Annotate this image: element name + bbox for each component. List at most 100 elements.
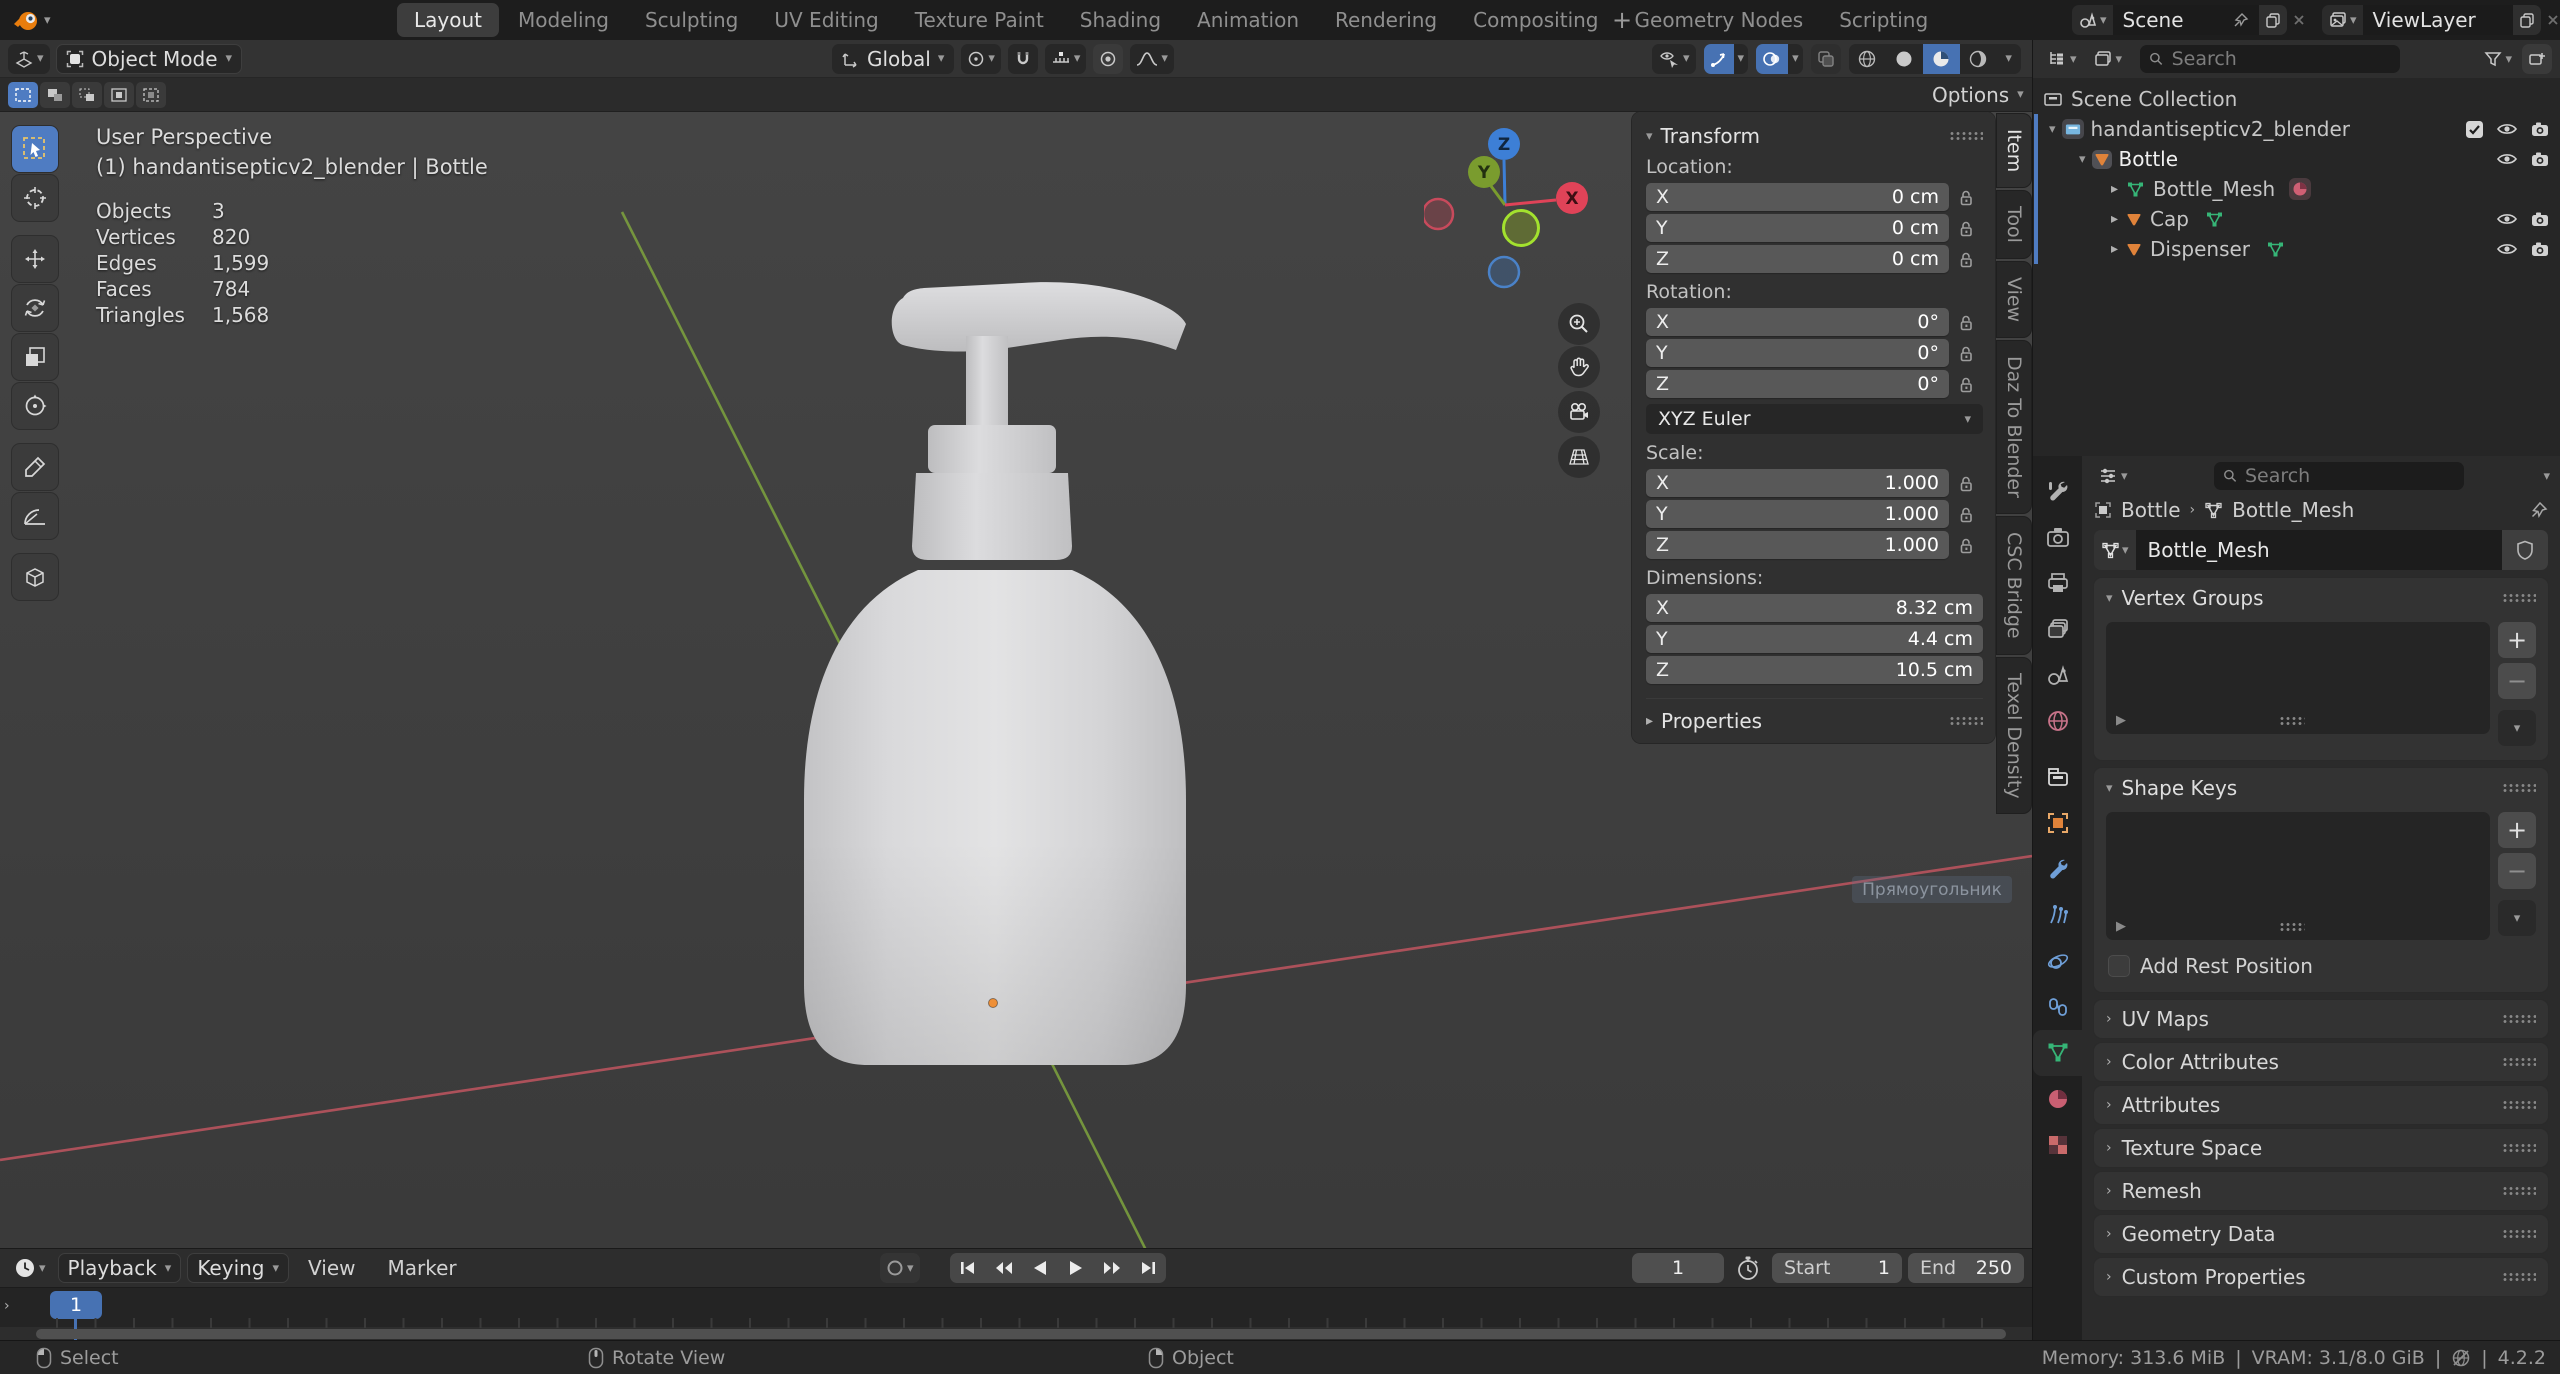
viewlayer-copy-button[interactable]	[2512, 5, 2541, 35]
keying-dropdown[interactable]: Keying ▾	[187, 1253, 290, 1283]
lock-icon[interactable]	[1949, 376, 1983, 393]
properties-search-input[interactable]	[2244, 465, 2455, 487]
prev-keyframe-button[interactable]	[986, 1253, 1022, 1283]
eye-icon[interactable]	[2496, 211, 2518, 227]
editor-type-button[interactable]: ▾	[8, 43, 50, 74]
timeline-view-menu[interactable]: View	[295, 1256, 368, 1280]
eye-icon[interactable]	[2496, 241, 2518, 257]
tab-output[interactable]	[2033, 560, 2083, 606]
tab-constraints[interactable]	[2033, 984, 2083, 1030]
shading-rendered-button[interactable]	[1960, 44, 1997, 74]
tab-particles[interactable]	[2033, 892, 2083, 938]
frame-end-field[interactable]: End 250	[1908, 1253, 2024, 1283]
proportional-falloff-dropdown[interactable]: ▾	[1130, 43, 1174, 74]
lock-icon[interactable]	[1949, 314, 1983, 331]
expand-icon[interactable]: ▸	[2111, 211, 2118, 227]
remove-vertex-group-button[interactable]: −	[2498, 663, 2536, 699]
workspace-tab[interactable]: Geometry Nodes	[1618, 3, 1821, 37]
gizmos-dropdown[interactable]: ▾	[1733, 43, 1749, 74]
shading-wireframe-button[interactable]	[1849, 44, 1886, 74]
select-mode-new-button[interactable]	[8, 81, 38, 108]
shading-material-button[interactable]	[1922, 43, 1960, 74]
lock-icon[interactable]	[1949, 345, 1983, 362]
number-field[interactable]: Y 4.4 cm	[1646, 625, 1983, 653]
outliner-filter-dropdown[interactable]: ▾	[2087, 44, 2129, 74]
shading-dropdown[interactable]: ▾	[1997, 44, 2021, 74]
camera-view-button[interactable]	[1558, 391, 1600, 433]
collapse-icon[interactable]: ▾	[2106, 591, 2113, 606]
collapsed-panel[interactable]: › Color Attributes	[2094, 1043, 2548, 1081]
workspace-tab[interactable]: Sculpting	[628, 3, 755, 37]
vertex-groups-list[interactable]: ▶	[2106, 622, 2490, 734]
number-field[interactable]: Z 10.5 cm	[1646, 656, 1983, 684]
editor-divider[interactable]	[2032, 40, 2033, 1340]
scene-name-field[interactable]: Scene	[2112, 5, 2259, 35]
number-field[interactable]: Y 0°	[1646, 339, 1949, 367]
breadcrumb-data[interactable]: Bottle_Mesh	[2232, 498, 2354, 522]
lock-icon[interactable]	[1949, 506, 1983, 523]
collapsed-panel[interactable]: › Texture Space	[2094, 1129, 2548, 1167]
camera-restrict-icon[interactable]	[2530, 241, 2550, 258]
collapsed-panel[interactable]: › Remesh	[2094, 1172, 2548, 1210]
outliner-row-scene-collection[interactable]: Scene Collection	[2033, 84, 2560, 114]
expand-icon[interactable]: ▸	[2111, 181, 2118, 197]
viewlayer-icon[interactable]: ▾	[2322, 5, 2363, 35]
zoom-view-button[interactable]	[1558, 303, 1600, 345]
select-mode-extend-button[interactable]	[40, 81, 70, 108]
outliner-row-cap[interactable]: ▸ Cap	[2033, 204, 2560, 234]
tab-object-data[interactable]	[2033, 1030, 2083, 1076]
overlays-toggle[interactable]	[1756, 43, 1789, 74]
lock-icon[interactable]	[1949, 251, 1983, 268]
workspace-tab[interactable]: UV Editing	[757, 3, 895, 37]
workspace-tab[interactable]: Compositing	[1456, 3, 1615, 37]
scale-tool-button[interactable]	[12, 334, 58, 380]
move-tool-button[interactable]	[12, 236, 58, 282]
workspace-tab[interactable]: Animation	[1180, 3, 1316, 37]
n-panel-tab[interactable]: Daz To Blender	[1997, 341, 2031, 514]
tab-tool[interactable]	[2033, 468, 2083, 514]
panel-grip[interactable]	[1949, 716, 1983, 726]
workspace-tab[interactable]: Modeling	[501, 3, 626, 37]
number-field[interactable]: Z 0°	[1646, 370, 1949, 398]
vertex-group-specials-menu[interactable]: ▾	[2498, 710, 2536, 746]
pin-icon[interactable]	[2530, 501, 2548, 519]
gizmo-axis-neg-y[interactable]	[1502, 209, 1540, 247]
n-panel-tab[interactable]: View	[1997, 262, 2031, 338]
properties-editor-type-button[interactable]: ▾	[2092, 461, 2134, 491]
current-frame-indicator[interactable]: 1	[50, 1291, 102, 1319]
number-field[interactable]: Z 1.000	[1646, 531, 1949, 559]
mesh-type-dropdown[interactable]: ▾	[2094, 530, 2136, 570]
eye-icon[interactable]	[2496, 151, 2518, 167]
tab-scene[interactable]	[2033, 652, 2083, 698]
proportional-editing-toggle[interactable]	[1093, 43, 1124, 74]
workspace-tab[interactable]: Scripting	[1822, 3, 1945, 37]
outliner-display-mode-dropdown[interactable]: ▾	[2041, 44, 2083, 74]
lock-icon[interactable]	[1949, 189, 1983, 206]
new-collection-button[interactable]	[2522, 44, 2552, 74]
workspace-tab[interactable]: Layout	[397, 3, 499, 37]
checkbox-icon[interactable]	[2465, 120, 2484, 139]
n-panel-tab[interactable]: Tool	[1997, 191, 2031, 259]
expand-icon[interactable]: ▸	[2111, 241, 2118, 257]
panel-grip[interactable]	[2502, 783, 2536, 793]
play-button[interactable]	[1058, 1253, 1094, 1283]
select-box-tool-button[interactable]	[12, 126, 58, 172]
breadcrumb-object[interactable]: Bottle	[2121, 498, 2181, 522]
use-preview-range-button[interactable]	[1736, 1255, 1760, 1281]
navigation-gizmo[interactable]: Z Y X	[1424, 128, 1594, 298]
number-field[interactable]: X 1.000	[1646, 469, 1949, 497]
frame-start-field[interactable]: Start 1	[1772, 1253, 1902, 1283]
collapsed-panel[interactable]: › Custom Properties	[2094, 1258, 2548, 1296]
outliner-filter-button[interactable]: ▾	[2478, 44, 2518, 74]
pan-view-button[interactable]	[1558, 346, 1600, 388]
select-mode-invert-button[interactable]	[104, 81, 134, 108]
cursor-tool-button[interactable]	[12, 175, 58, 221]
add-cube-tool-button[interactable]	[12, 554, 58, 600]
workspace-tab[interactable]: Shading	[1063, 3, 1178, 37]
outliner-search-input[interactable]	[2171, 48, 2392, 70]
n-panel-tab[interactable]: Item	[1997, 114, 2031, 188]
timeline-editor-type-button[interactable]: ▾	[8, 1253, 52, 1283]
number-field[interactable]: X 8.32 cm	[1646, 594, 1983, 622]
add-shape-key-button[interactable]: +	[2498, 812, 2536, 848]
workspace-tab[interactable]: Rendering	[1318, 3, 1454, 37]
